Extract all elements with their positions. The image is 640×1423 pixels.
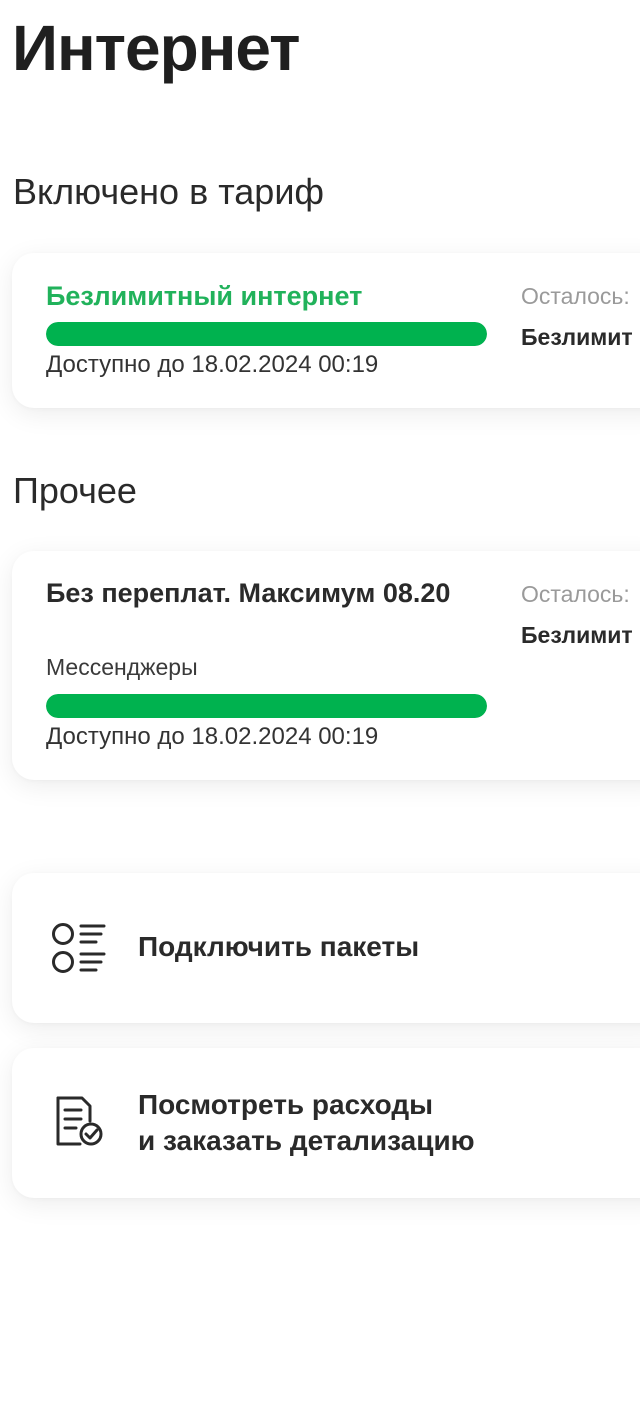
included-package-card[interactable]: Безлимитный интернет Доступно до 18.02.2… [12,253,640,408]
view-expenses-label-line2: и заказать детализацию [138,1125,475,1156]
view-expenses-button[interactable]: Посмотреть расходы и заказать детализаци… [12,1048,640,1198]
connect-packages-label: Подключить пакеты [138,931,420,962]
list-options-icon [52,923,106,973]
view-expenses-label: Посмотреть расходы и заказать детализаци… [138,1087,475,1159]
section-title-other: Прочее [13,470,137,511]
page-title: Интернет [12,12,300,84]
package-progress-bar [46,322,487,346]
package-available-until: Доступно до 18.02.2024 00:19 [46,351,379,378]
remaining-label: Осталось: [521,581,630,607]
section-title-included: Включено в тариф [13,171,325,212]
package-progress-bar [46,694,487,718]
connect-packages-button[interactable]: Подключить пакеты [12,873,640,1023]
other-package-card[interactable]: Без переплат. Максимум 08.20 Мессенджеры… [12,551,640,780]
package-progress-fill [46,694,487,718]
document-check-icon [56,1096,103,1146]
package-subtitle: Мессенджеры [46,654,198,680]
remaining-value: Безлимит [521,622,633,648]
package-title: Безлимитный интернет [46,281,363,311]
remaining-label: Осталось: [521,283,630,309]
package-available-until: Доступно до 18.02.2024 00:19 [46,723,379,750]
package-title: Без переплат. Максимум 08.20 [46,578,451,608]
view-expenses-label-line1: Посмотреть расходы [138,1089,434,1120]
package-progress-fill [46,322,487,346]
remaining-value: Безлимит [521,324,633,350]
